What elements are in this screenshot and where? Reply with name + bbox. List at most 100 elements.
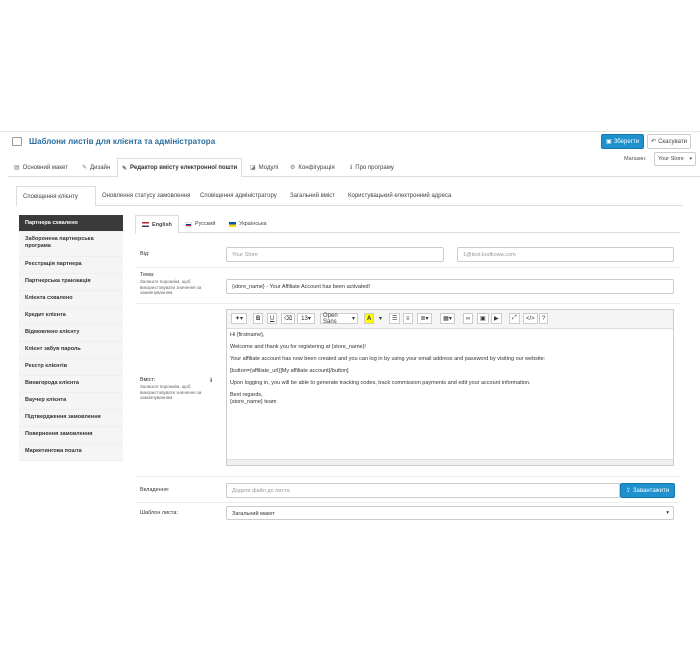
sidebar-item-order-confirm[interactable]: Підтвердження замовлення	[19, 410, 123, 427]
sidebar-item-customer-register[interactable]: Реєстр клієнтів	[19, 359, 123, 376]
tab-design[interactable]: ✎ Дизайн	[78, 158, 114, 177]
help-icon[interactable]: ?	[539, 313, 549, 324]
divider	[135, 303, 680, 304]
tab-order-status-update[interactable]: Оновлення статусу замовлення	[96, 186, 196, 206]
editor-line: Welcome and thank you for registering at…	[230, 344, 366, 350]
tab-label: Користувацький електронний адреса	[348, 193, 452, 199]
content-hint: Залиште порожнім, щоб використовувати зн…	[140, 384, 202, 400]
chevron-down-icon: ▾	[666, 510, 669, 516]
sidebar-item-label: Клієнта схвалено	[25, 295, 73, 301]
table-icon[interactable]: ▦▾	[440, 313, 455, 324]
ru-flag-icon	[185, 221, 192, 227]
tab-custom-email[interactable]: Користувацький електронний адреса	[342, 186, 457, 206]
tab-about[interactable]: ℹ Про програму	[346, 158, 398, 177]
tab-lang-ukrainian[interactable]: Українська	[223, 215, 273, 233]
chevron-down-icon[interactable]: ▾	[376, 313, 385, 324]
language-tabs: English Русский Українська	[135, 215, 680, 234]
template-label: Шаблон листа:	[140, 510, 178, 516]
magic-wand-icon[interactable]: ✦▾	[231, 313, 247, 324]
code-view-icon[interactable]: </>	[523, 313, 538, 324]
sidebar-item-customer-denied[interactable]: Відмовлено клієнту	[19, 325, 123, 342]
fullscreen-icon[interactable]: ⤢	[509, 313, 520, 324]
editor-line: Upon logging in, you will be able to gen…	[230, 380, 531, 386]
sidebar-item-label: Реєстрація партнера	[25, 261, 82, 267]
sidebar-item-affiliate-register[interactable]: Реєстрація партнера	[19, 257, 123, 274]
editor-line: {store_name} team	[230, 399, 277, 405]
resize-handle[interactable]	[227, 459, 673, 465]
tab-general-content[interactable]: Загальний вміст	[284, 186, 341, 206]
sub-tabs: Сповіщення клієнту Оновлення статусу зам…	[16, 186, 683, 207]
eraser-icon[interactable]: ⌫	[281, 313, 296, 324]
font-size-value: 13	[301, 315, 308, 322]
editor-content[interactable]: Hi {firstname}, Welcome and thank you fo…	[230, 332, 670, 406]
underline-button[interactable]: U	[267, 313, 278, 324]
upload-icon: ⇪	[625, 488, 631, 494]
template-select[interactable]: Загальний макет ▾	[226, 506, 674, 520]
sidebar-item-label: Заборонена партнерська програма	[25, 236, 94, 249]
attachment-input[interactable]: Додати файл до листа	[226, 483, 620, 498]
gear-icon: ⚙	[290, 165, 296, 171]
tab-label: Редактор вмісту електронної пошти	[130, 165, 238, 171]
sidebar-item-affiliate-approved[interactable]: Партнера схвалено	[19, 215, 123, 232]
divider	[135, 267, 680, 268]
upload-label: Завантажити	[632, 487, 670, 494]
tab-lang-english[interactable]: English	[135, 215, 179, 234]
sidebar-item-customer-voucher[interactable]: Ваучер клієнта	[19, 393, 123, 410]
font-family-select[interactable]: Open Sans ▾	[320, 313, 358, 325]
ordered-list-icon[interactable]: ≡	[403, 313, 413, 324]
tab-main-layout[interactable]: ▤ Основний макет	[10, 158, 72, 177]
upload-button[interactable]: ⇪ Завантажити	[620, 483, 675, 498]
ua-flag-icon	[229, 221, 236, 227]
tab-label: Дизайн	[90, 164, 111, 171]
sidebar-item-label: Винагорода клієнта	[25, 380, 79, 386]
template-sidebar: Партнера схвалено Заборонена партнерська…	[19, 215, 123, 461]
sidebar-item-label: Маркетингова пошта	[25, 448, 82, 454]
rich-text-editor[interactable]: ✦▾ B U ⌫ 13 ▾ Open Sans ▾ A ▾ ☰ ≡ ≣▾ ▦▾ ∞ …	[226, 309, 674, 466]
video-icon[interactable]: ▶	[491, 313, 502, 324]
tab-label: Модулі	[258, 164, 279, 171]
sidebar-item-order-return[interactable]: Повернення замовлення	[19, 427, 123, 444]
tab-configuration[interactable]: ⚙ Конфігурація	[286, 158, 339, 177]
bold-button[interactable]: B	[253, 313, 264, 324]
sidebar-item-customer-reward[interactable]: Винагорода клієнта	[19, 376, 123, 393]
cancel-button[interactable]: ↶ Скасувати	[647, 134, 691, 149]
sidebar-item-label: Клієнт забув пароль	[25, 346, 81, 352]
paragraph-align-icon[interactable]: ≣▾	[417, 313, 432, 324]
link-icon[interactable]: ∞	[463, 313, 474, 324]
main-tabs: ▤ Основний макет ✎ Дизайн ✎ Редактор вмі…	[8, 158, 700, 178]
sidebar-item-affiliate-denied[interactable]: Заборонена партнерська програма	[19, 232, 123, 257]
tab-label: Українська	[239, 221, 267, 227]
divider	[135, 502, 680, 503]
tab-lang-russian[interactable]: Русский	[179, 215, 221, 233]
from-email-input[interactable]: 1@test.kodkowa.com	[457, 247, 674, 262]
sidebar-item-customer-approved[interactable]: Клієнта схвалено	[19, 291, 123, 308]
content-label: Вміст:	[140, 377, 156, 383]
divider	[135, 476, 680, 477]
font-size-select[interactable]: 13 ▾	[297, 313, 315, 324]
cancel-label: Скасувати	[658, 138, 687, 145]
envelope-icon	[12, 137, 22, 146]
unordered-list-icon[interactable]: ☰	[389, 313, 401, 324]
save-button[interactable]: ▣ Зберегти	[601, 134, 644, 149]
tab-label: Оновлення статусу замовлення	[102, 193, 191, 199]
sidebar-item-customer-credit[interactable]: Кредит клієнта	[19, 308, 123, 325]
tab-modules[interactable]: ◪ Модулі	[246, 158, 282, 177]
subject-input[interactable]: {store_name} - Your Affiliate Account ha…	[226, 279, 674, 294]
info-icon[interactable]: ℹ	[210, 377, 212, 384]
sidebar-item-label: Відмовлено клієнту	[25, 329, 80, 335]
image-icon[interactable]: ▣	[477, 313, 489, 324]
sidebar-item-marketing-mail[interactable]: Маркетингова пошта	[19, 444, 123, 461]
tab-label: Загальний вміст	[290, 193, 335, 199]
editor-line: [button={affiliate_url}]My affiliate acc…	[230, 368, 349, 374]
tab-email-content-editor[interactable]: ✎ Редактор вмісту електронної пошти	[117, 158, 243, 178]
tab-admin-notifications[interactable]: Сповіщення адміністратору	[194, 186, 283, 206]
from-name-input[interactable]: Your Store	[226, 247, 444, 262]
sidebar-item-affiliate-transaction[interactable]: Партнерська транзакція	[19, 274, 123, 291]
info-icon: ℹ	[350, 165, 353, 171]
sidebar-item-customer-forgotten[interactable]: Клієнт забув пароль	[19, 342, 123, 359]
floppy-icon: ▣	[606, 139, 612, 145]
text-color-button[interactable]: A	[364, 313, 375, 324]
tab-label: Русский	[195, 221, 216, 227]
template-value: Загальний макет	[232, 511, 275, 517]
tab-customer-notifications[interactable]: Сповіщення клієнту	[16, 186, 96, 207]
